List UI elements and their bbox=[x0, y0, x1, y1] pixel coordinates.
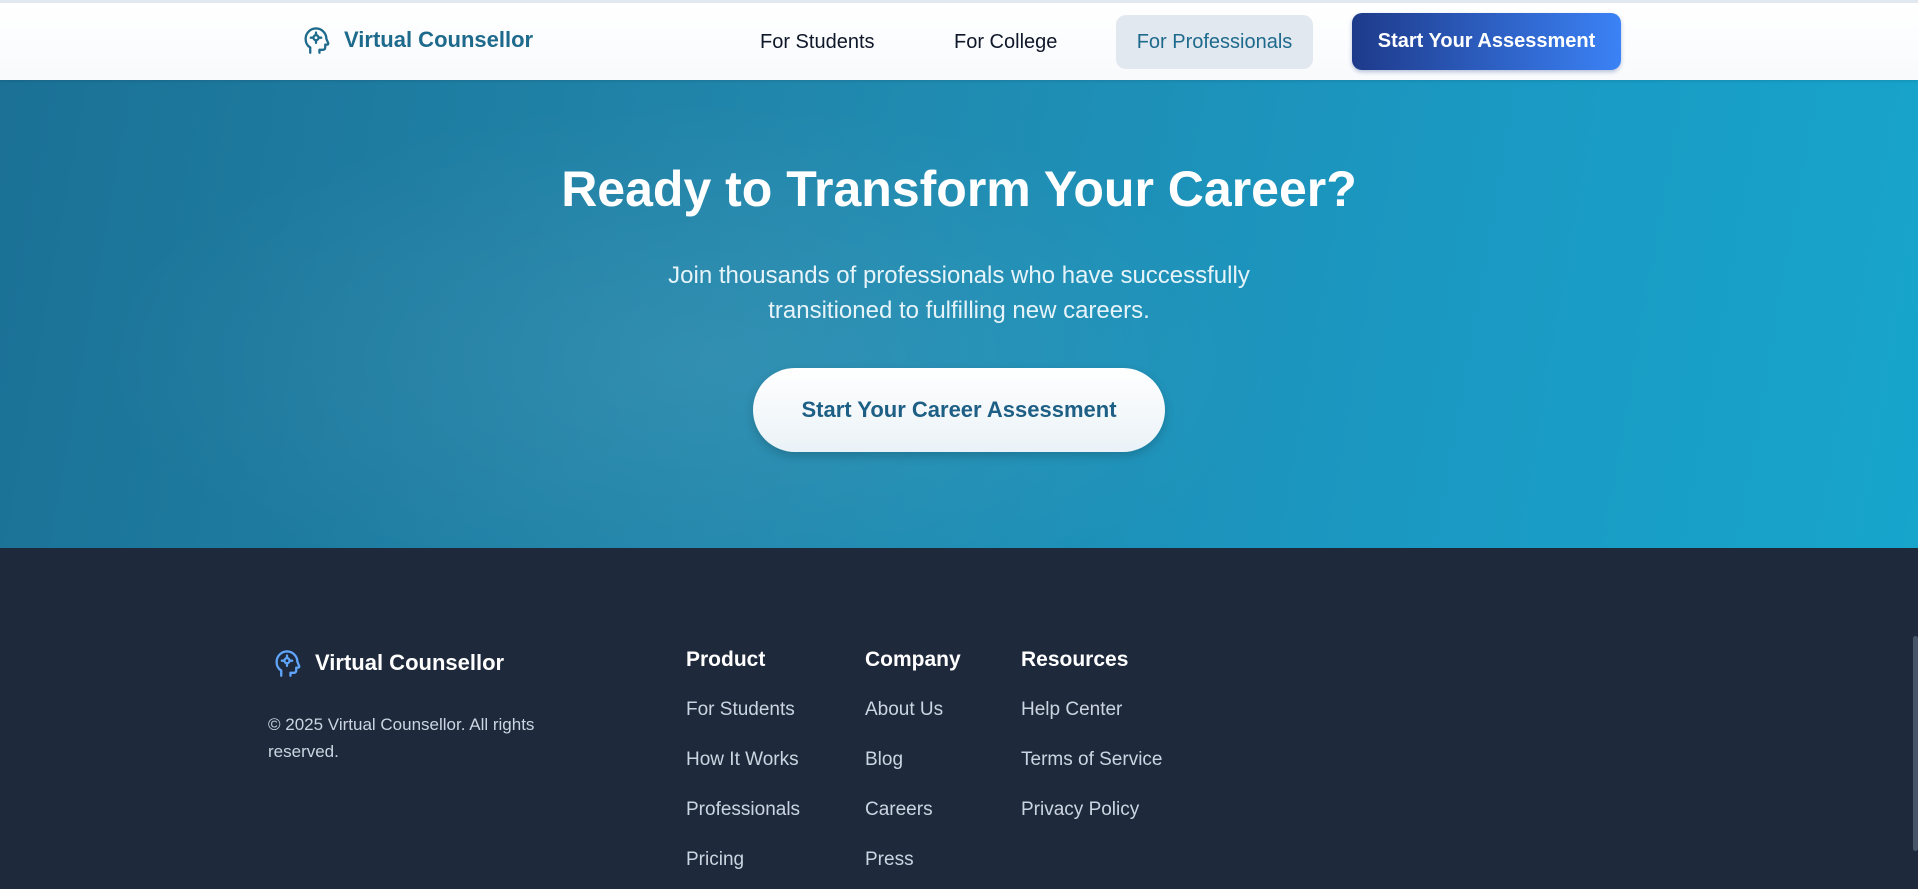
footer-column-product: Product For Students How It Works Profes… bbox=[686, 648, 800, 889]
head-brain-icon bbox=[304, 27, 330, 54]
footer-column-company: Company About Us Blog Careers Press bbox=[865, 648, 961, 889]
copyright-line-2: reserved. bbox=[268, 742, 339, 761]
footer-column-title: Company bbox=[865, 648, 961, 671]
start-career-assessment-button[interactable]: Start Your Career Assessment bbox=[753, 368, 1165, 452]
copyright-line-1: © 2025 Virtual Counsellor. All rights bbox=[268, 715, 535, 734]
hero-subtitle: Join thousands of professionals who have… bbox=[609, 258, 1309, 328]
head-brain-icon bbox=[275, 650, 301, 677]
footer-column-title: Product bbox=[686, 648, 766, 671]
page-scrollbar-thumb[interactable] bbox=[1913, 636, 1918, 851]
footer-link-how-it-works[interactable]: How It Works bbox=[686, 748, 800, 798]
hero-subtitle-line-1: Join thousands of professionals who have… bbox=[668, 262, 1250, 289]
hero-subtitle-line-2: transitioned to fulfilling new careers. bbox=[768, 297, 1150, 324]
copyright-text: © 2025 Virtual Counsellor. All rights re… bbox=[268, 711, 588, 765]
cta-hero-section: Ready to Transform Your Career? Join tho… bbox=[0, 80, 1918, 548]
footer-link-pricing[interactable]: Pricing bbox=[686, 848, 800, 889]
start-assessment-button[interactable]: Start Your Assessment bbox=[1352, 13, 1621, 70]
header-brand-link[interactable]: Virtual Counsellor bbox=[302, 25, 533, 55]
footer-column-resources: Resources Help Center Terms of Service P… bbox=[1021, 648, 1162, 848]
footer-link-careers[interactable]: Careers bbox=[865, 798, 961, 848]
hero-title: Ready to Transform Your Career? bbox=[561, 161, 1357, 217]
nav-for-students[interactable]: For Students bbox=[740, 15, 895, 69]
footer-brand-name: Virtual Counsellor bbox=[315, 650, 505, 675]
site-footer: Virtual Counsellor © 2025 Virtual Counse… bbox=[0, 548, 1918, 889]
footer-link-for-students[interactable]: For Students bbox=[686, 698, 800, 748]
footer-link-about-us[interactable]: About Us bbox=[865, 698, 961, 748]
footer-link-press[interactable]: Press bbox=[865, 848, 961, 889]
footer-link-professionals[interactable]: Professionals bbox=[686, 798, 800, 848]
nav-for-college[interactable]: For College bbox=[934, 15, 1077, 69]
footer-column-title: Resources bbox=[1021, 648, 1129, 671]
header-brand-name: Virtual Counsellor bbox=[344, 27, 534, 52]
top-navigation: Virtual Counsellor For Students For Coll… bbox=[0, 0, 1918, 80]
footer-link-privacy-policy[interactable]: Privacy Policy bbox=[1021, 798, 1162, 848]
footer-link-terms-of-service[interactable]: Terms of Service bbox=[1021, 748, 1162, 798]
nav-for-professionals[interactable]: For Professionals bbox=[1116, 15, 1313, 69]
footer-brand[interactable]: Virtual Counsellor bbox=[273, 648, 504, 678]
footer-link-help-center[interactable]: Help Center bbox=[1021, 698, 1162, 748]
footer-link-blog[interactable]: Blog bbox=[865, 748, 961, 798]
